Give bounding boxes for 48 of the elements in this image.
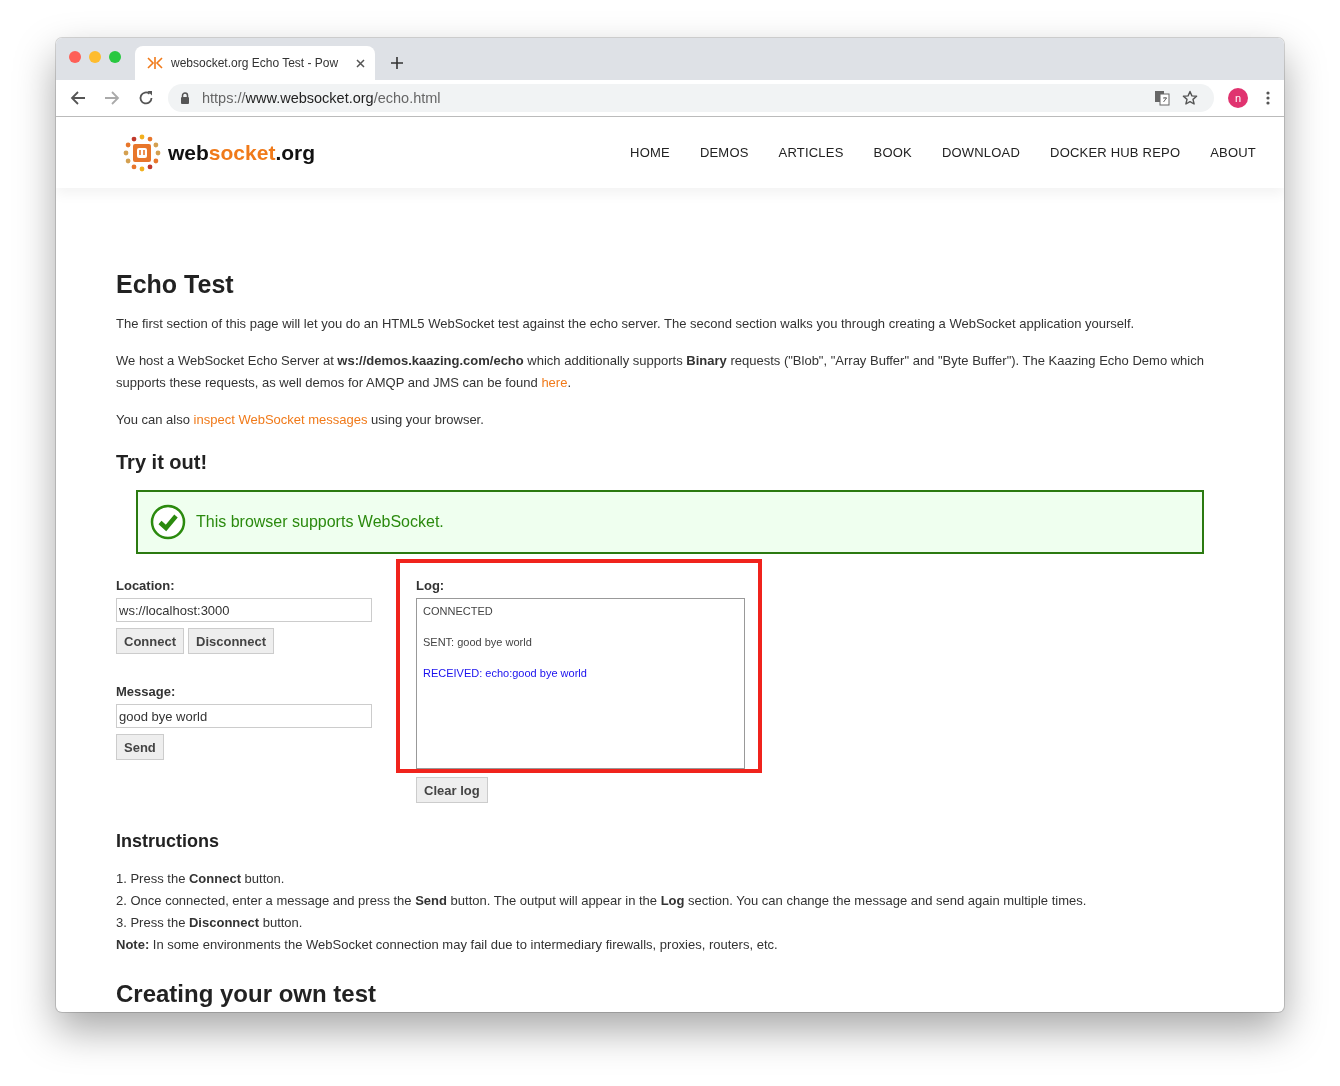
send-button[interactable]: Send xyxy=(116,734,164,760)
paragraph: We host a WebSocket Echo Server at ws://demos.kaazing.com/echo which additionally supports Binary requests ("Blob", "Array Buffer" and "Byte Buffer"). The Kaazing Echo Demo which supports these requests, as well demos for AMQP and JMS can be found here. xyxy=(116,352,1205,392)
nav-link[interactable]: DOCKER HUB REPO xyxy=(1050,145,1181,160)
field-label: Location: xyxy=(116,578,176,593)
log-entry: CONNECTED xyxy=(423,605,494,618)
star-icon[interactable] xyxy=(1182,90,1198,106)
nav-link[interactable]: HOME xyxy=(630,145,670,160)
lock-icon xyxy=(180,92,190,104)
nav-link[interactable]: DOWNLOAD xyxy=(941,145,1021,160)
reload-icon[interactable] xyxy=(138,90,154,106)
nav-link[interactable]: BOOK xyxy=(873,145,912,160)
section-heading: Creating your own test xyxy=(116,980,378,1008)
browser-tab[interactable]: websocket.org Echo Test - Pow xyxy=(135,46,375,80)
profile-avatar[interactable]: n xyxy=(1228,88,1248,108)
instruction-line: Note: In some environments the WebSocket connection may fail due to intermediary firewalls, proxies, routers, etc. xyxy=(116,936,779,954)
page-heading: Echo Test xyxy=(116,270,235,299)
message-field[interactable]: good bye world xyxy=(116,704,372,728)
menu-icon[interactable] xyxy=(1266,91,1270,105)
field-label: Message: xyxy=(116,684,177,699)
url-text: https://www.websocket.org/echo.html xyxy=(202,90,441,106)
field-label: Log: xyxy=(416,578,446,593)
action-button[interactable]: Connect xyxy=(116,628,184,654)
location-field[interactable]: ws://localhost:3000 xyxy=(116,598,372,622)
section-heading: Try it out! xyxy=(116,451,209,474)
new-tab-icon[interactable] xyxy=(391,57,403,69)
section-heading: Instructions xyxy=(116,831,220,852)
action-button[interactable]: Disconnect xyxy=(188,628,275,654)
instruction-line: 2. Once connected, enter a message and press the Send button. The output will appear in the Log section. You can change the message and send again multiple times. xyxy=(116,892,1088,910)
close-icon[interactable] xyxy=(356,58,365,68)
notice-text: This browser supports WebSocket. xyxy=(196,513,444,531)
log-entry: RECEIVED: echo:good bye world xyxy=(423,667,588,680)
address-bar[interactable]: https://www.websocket.org/echo.html xyxy=(168,84,1214,112)
nav-link[interactable]: ARTICLES xyxy=(778,145,844,160)
site-logo[interactable]: websocket.org xyxy=(168,140,316,165)
paragraph: You can also inspect WebSocket messages using your browser. xyxy=(116,411,485,429)
back-icon[interactable] xyxy=(70,90,86,106)
tab-title: websocket.org Echo Test - Pow xyxy=(171,56,340,70)
paragraph: The first section of this page will let you do an HTML5 WebSocket test against the echo server. The second section walks you through creating a WebSocket application yourself. xyxy=(116,315,1136,333)
instruction-line: 3. Press the Disconnect button. xyxy=(116,914,304,932)
nav-link[interactable]: DEMOS xyxy=(699,145,749,160)
favicon-icon xyxy=(147,57,163,69)
checkmark-icon xyxy=(150,504,186,540)
nav-link[interactable]: ABOUT xyxy=(1210,145,1256,160)
log-entry: SENT: good bye world xyxy=(423,636,533,649)
clear-log-button[interactable]: Clear log xyxy=(416,777,488,803)
logo-icon xyxy=(122,132,162,173)
translate-icon[interactable] xyxy=(1154,90,1170,106)
instruction-line: 1. Press the Connect button. xyxy=(116,870,286,888)
